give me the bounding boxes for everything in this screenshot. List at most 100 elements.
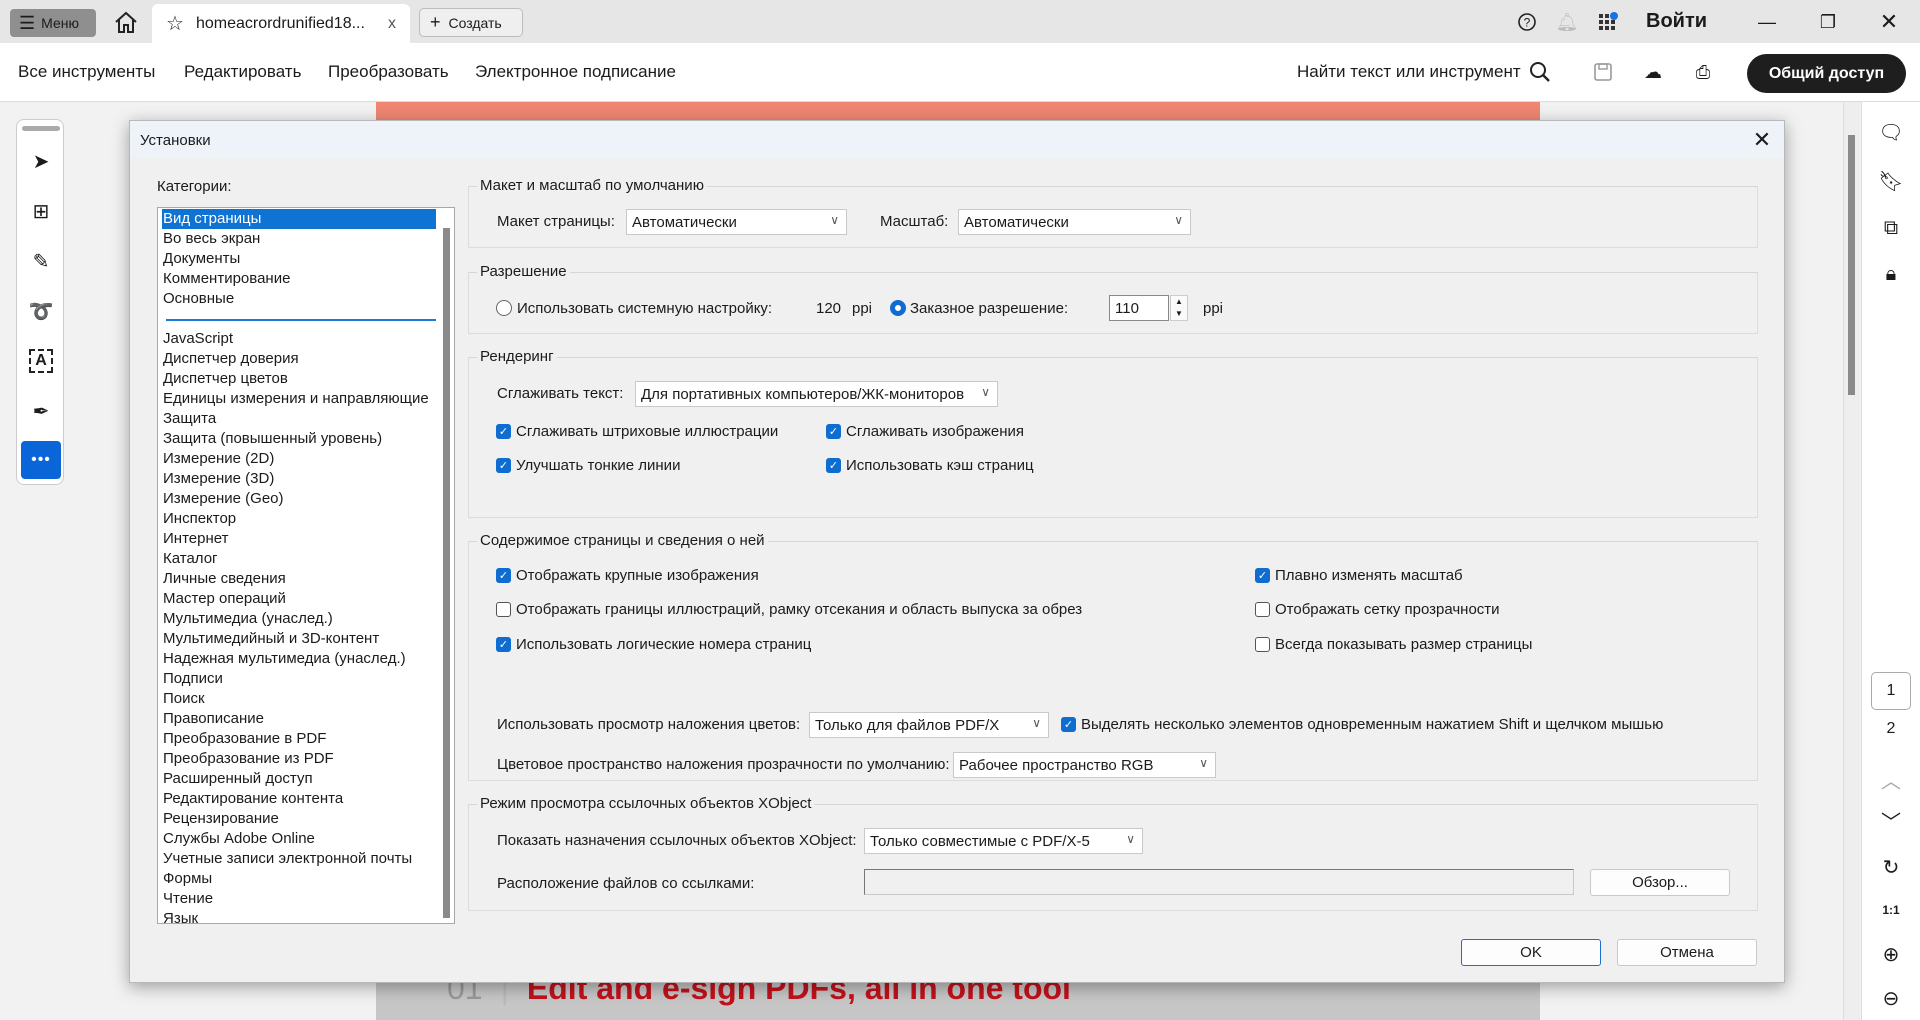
- category-item[interactable]: Измерение (Geo): [162, 489, 436, 509]
- custom-resolution-input[interactable]: 110: [1109, 295, 1169, 321]
- actual-size-icon[interactable]: 1:1: [1876, 895, 1906, 925]
- close-window-icon[interactable]: ✕: [1877, 9, 1901, 34]
- zoom-out-icon[interactable]: ⊖: [1876, 983, 1906, 1013]
- previous-page-icon[interactable]: ︿: [1876, 764, 1906, 794]
- category-item[interactable]: Основные: [162, 289, 436, 309]
- category-item[interactable]: Защита (повышенный уровень): [162, 429, 436, 449]
- bell-icon[interactable]: 🔔︎: [1555, 10, 1579, 34]
- xobject-show-select[interactable]: Только совместимые с PDF/X-5 ∨: [864, 828, 1143, 854]
- menu-button[interactable]: ☰ Меню: [10, 9, 96, 37]
- custom-resolution-radio[interactable]: [890, 300, 906, 316]
- categories-list[interactable]: Вид страницы Во весь экран Документы Коммен…: [157, 207, 455, 924]
- text-recognition-icon[interactable]: A: [29, 349, 53, 373]
- overprint-select[interactable]: Только для файлов PDF/X ∨: [809, 712, 1049, 738]
- page-1-thumb[interactable]: 1: [1871, 672, 1911, 710]
- category-item[interactable]: Преобразование из PDF: [162, 749, 436, 769]
- system-resolution-radio[interactable]: [496, 300, 512, 316]
- category-item[interactable]: Защита: [162, 409, 436, 429]
- rotate-icon[interactable]: ↻: [1876, 852, 1906, 882]
- category-item[interactable]: Мультимедиа (унаслед.): [162, 609, 436, 629]
- more-tools-button[interactable]: •••: [21, 441, 61, 479]
- category-item[interactable]: Язык: [162, 909, 436, 923]
- highlighter-icon[interactable]: ✎: [25, 245, 57, 277]
- restore-icon[interactable]: ❐: [1816, 10, 1840, 34]
- page-layout-select[interactable]: Автоматически ∨: [626, 209, 847, 235]
- sign-pen-icon[interactable]: ✒: [25, 395, 57, 427]
- help-icon[interactable]: ?: [1515, 10, 1539, 34]
- edit-menu[interactable]: Редактировать: [184, 62, 301, 82]
- category-item[interactable]: Правописание: [162, 709, 436, 729]
- category-item[interactable]: Мастер операций: [162, 589, 436, 609]
- category-item[interactable]: Инспектор: [162, 509, 436, 529]
- cancel-button[interactable]: Отмена: [1617, 939, 1757, 966]
- categories-scrollbar[interactable]: [443, 228, 450, 918]
- checkbox[interactable]: ✓: [826, 458, 841, 473]
- esign-menu[interactable]: Электронное подписание: [475, 62, 676, 82]
- close-dialog-icon[interactable]: ✕: [1750, 127, 1774, 153]
- checkbox[interactable]: ✓: [496, 637, 511, 652]
- minimize-icon[interactable]: —: [1755, 10, 1779, 34]
- category-item[interactable]: Расширенный доступ: [162, 769, 436, 789]
- category-item[interactable]: Личные сведения: [162, 569, 436, 589]
- select-cursor-icon[interactable]: ➤: [25, 145, 57, 177]
- category-item[interactable]: Чтение: [162, 889, 436, 909]
- scrollbar-thumb[interactable]: [1848, 135, 1855, 395]
- lasso-draw-icon[interactable]: ➰: [25, 295, 57, 327]
- category-item[interactable]: Единицы измерения и направляющие: [162, 389, 436, 409]
- star-icon[interactable]: ☆: [166, 11, 184, 36]
- all-tools-menu[interactable]: Все инструменты: [18, 62, 155, 82]
- close-tab-icon[interactable]: x: [388, 15, 396, 33]
- blend-space-select[interactable]: Рабочее пространство RGB ∨: [953, 752, 1216, 778]
- category-item[interactable]: Надежная мультимедиа (унаслед.): [162, 649, 436, 669]
- resolution-stepper[interactable]: ▲ ▼: [1170, 295, 1188, 321]
- category-item[interactable]: Поиск: [162, 689, 436, 709]
- apps-icon[interactable]: [1596, 10, 1620, 34]
- category-item[interactable]: Во весь экран: [162, 229, 436, 249]
- category-item[interactable]: Подписи: [162, 669, 436, 689]
- category-item[interactable]: JavaScript: [162, 329, 436, 349]
- print-icon[interactable]: ⎙: [1691, 60, 1715, 84]
- checkbox[interactable]: ✓: [1255, 568, 1270, 583]
- page-2-thumb[interactable]: 2: [1871, 720, 1911, 738]
- category-item[interactable]: Редактирование контента: [162, 789, 436, 809]
- share-button[interactable]: Общий доступ: [1747, 54, 1906, 93]
- pages-icon[interactable]: ⧉: [1876, 213, 1906, 243]
- save-icon[interactable]: [1591, 60, 1615, 84]
- document-tab[interactable]: ☆ homeacrordrunified18... x: [152, 4, 410, 43]
- lock-icon[interactable]: 🔒︎: [1876, 259, 1906, 289]
- vertical-scrollbar[interactable]: [1843, 102, 1860, 1020]
- upload-cloud-icon[interactable]: ☁︎: [1641, 60, 1665, 84]
- bookmarks-icon[interactable]: 🔖︎: [1876, 166, 1906, 196]
- category-item[interactable]: Формы: [162, 869, 436, 889]
- shift-click-checkbox[interactable]: ✓: [1061, 717, 1076, 732]
- category-item[interactable]: Интернет: [162, 529, 436, 549]
- convert-menu[interactable]: Преобразовать: [328, 62, 449, 82]
- checkbox[interactable]: ✓: [826, 424, 841, 439]
- category-item[interactable]: Преобразование в PDF: [162, 729, 436, 749]
- category-item[interactable]: Измерение (3D): [162, 469, 436, 489]
- home-icon[interactable]: [112, 9, 140, 35]
- category-item[interactable]: Документы: [162, 249, 436, 269]
- checkbox[interactable]: ✓: [496, 458, 511, 473]
- checkbox[interactable]: [496, 602, 511, 617]
- category-item[interactable]: Комментирование: [162, 269, 436, 289]
- checkbox[interactable]: ✓: [496, 424, 511, 439]
- next-page-icon[interactable]: ﹀: [1876, 805, 1906, 835]
- checkbox[interactable]: [1255, 637, 1270, 652]
- category-item[interactable]: Учетные записи электронной почты: [162, 849, 436, 869]
- smooth-text-select[interactable]: Для портативных компьютеров/ЖК-мониторов…: [635, 381, 998, 407]
- browse-button[interactable]: Обзор...: [1590, 869, 1730, 896]
- category-item[interactable]: Вид страницы: [162, 209, 436, 229]
- category-item[interactable]: Диспетчер доверия: [162, 349, 436, 369]
- comments-icon[interactable]: 🗨︎: [1876, 117, 1906, 147]
- category-item[interactable]: Рецензирование: [162, 809, 436, 829]
- checkbox[interactable]: [1255, 602, 1270, 617]
- category-item[interactable]: Службы Adobe Online: [162, 829, 436, 849]
- ok-button[interactable]: OK: [1461, 939, 1601, 966]
- category-item[interactable]: Диспетчер цветов: [162, 369, 436, 389]
- search-tools-label[interactable]: Найти текст или инструмент: [1297, 62, 1521, 82]
- zoom-in-icon[interactable]: ⊕: [1876, 939, 1906, 969]
- linked-files-location-input[interactable]: [864, 869, 1574, 895]
- category-item[interactable]: Мультимедийный и 3D-контент: [162, 629, 436, 649]
- checkbox[interactable]: ✓: [496, 568, 511, 583]
